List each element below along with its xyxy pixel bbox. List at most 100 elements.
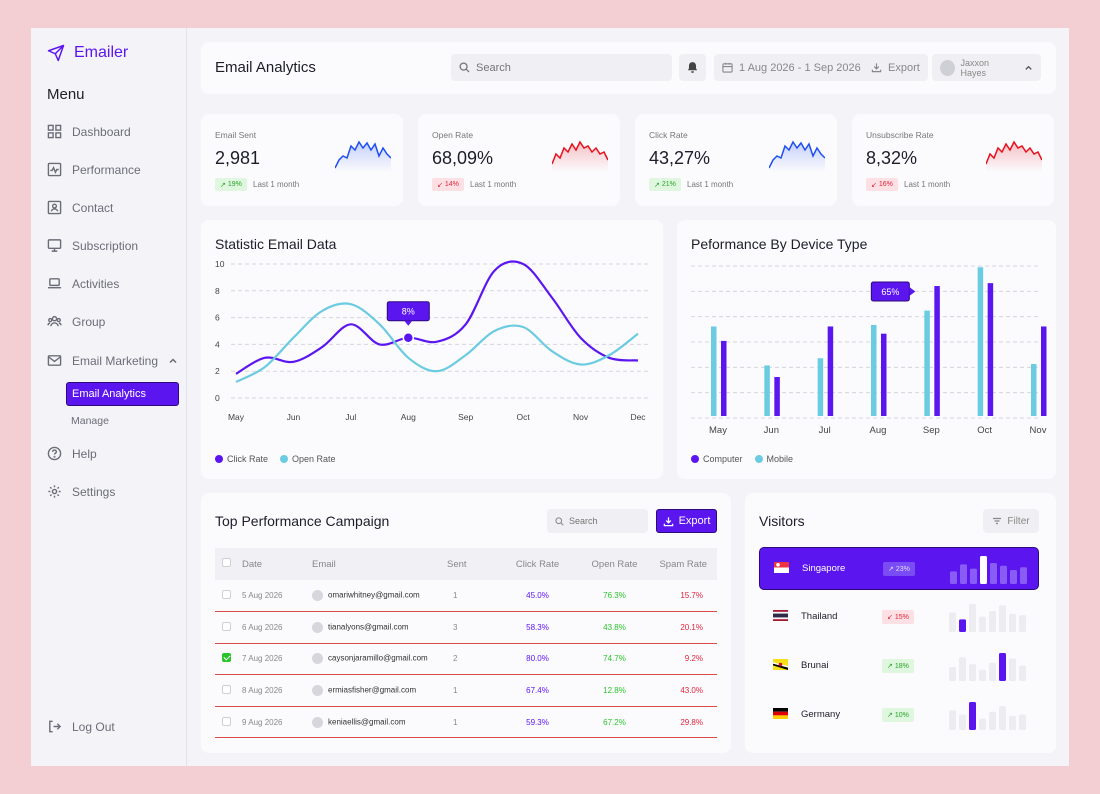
column-header-date[interactable]: Date (242, 548, 312, 580)
select-all-checkbox[interactable] (222, 558, 231, 567)
row-checkbox[interactable] (222, 653, 231, 663)
arrow-up-right-icon: ↗ (887, 712, 893, 719)
arrow-up-right-icon: ↗ (888, 566, 894, 573)
spam-rate-cell: 29.8% (653, 706, 717, 739)
sidebar-subitem-manage[interactable]: Manage (71, 415, 109, 427)
bar-mobile (977, 267, 984, 416)
row-checkbox[interactable] (222, 621, 231, 631)
sidebar-item-help[interactable]: Help (47, 446, 97, 461)
email-cell: caysonjaramillo@gmail.com (312, 643, 447, 676)
user-menu[interactable]: Jaxxon Hayes (932, 54, 1041, 81)
visitor-row-brunai[interactable]: Brunai ↗ 18% (759, 645, 1039, 688)
visitor-bar (949, 667, 956, 681)
export-button[interactable]: Export (863, 54, 928, 81)
email-text: caysonjaramillo@gmail.com (328, 654, 428, 664)
logout-button[interactable]: Log Out (47, 719, 115, 734)
visitor-mini-chart (950, 556, 1027, 584)
bar-mobile (871, 325, 877, 416)
filter-label: Filter (1007, 515, 1030, 527)
date-cell: 7 Aug 2026 (242, 643, 312, 676)
sidebar-item-label: Email Marketing (72, 353, 159, 368)
campaign-search-input[interactable] (569, 516, 639, 526)
sidebar-item-label: Dashboard (72, 124, 131, 139)
tooltip-label: 65% (881, 287, 899, 297)
visitor-bar (979, 616, 986, 632)
spam-rate-cell: 15.7% (653, 580, 717, 613)
flag-icon-th (773, 610, 788, 621)
sidebar-item-dashboard[interactable]: Dashboard (47, 124, 131, 139)
date-range-label: 1 Aug 2026 - 1 Sep 2026 (739, 61, 861, 74)
logout-icon (49, 720, 62, 733)
visitor-bar (950, 571, 957, 584)
x-tick-label: Aug (401, 412, 416, 422)
visitor-bar (949, 710, 956, 730)
filter-button[interactable]: Filter (983, 509, 1039, 533)
data-point-marker[interactable] (402, 331, 415, 344)
visitor-bar (1019, 714, 1026, 730)
sent-cell: 1 (447, 580, 499, 613)
sidebar-subitem-email-analytics[interactable]: Email Analytics (66, 382, 179, 406)
country-name: Germany (801, 709, 841, 720)
campaign-export-button[interactable]: Export (656, 509, 717, 533)
date-range-button[interactable]: 1 Aug 2026 - 1 Sep 2026 (714, 54, 869, 81)
change-badge: ↙ 16% (866, 178, 898, 191)
logo[interactable]: Emailer (47, 44, 128, 62)
row-checkbox[interactable] (222, 716, 231, 726)
activity-icon (47, 162, 62, 177)
stat-label: Unsubscribe Rate (866, 130, 934, 140)
sidebar-item-performance[interactable]: Performance (47, 162, 141, 177)
sent-cell: 1 (447, 674, 499, 707)
change-badge: ↗ 10% (882, 708, 914, 722)
table-header-row: Date Email Sent Click Rate Open Rate Spa… (215, 548, 717, 580)
notifications-button[interactable] (679, 54, 706, 81)
table-row[interactable]: 8 Aug 2026 ermiasfisher@gmail.com 1 67.4% 12… (215, 674, 717, 707)
search-input[interactable] (476, 61, 656, 74)
column-header-email[interactable]: Email (312, 548, 447, 580)
chevron-up-icon (1025, 65, 1032, 70)
change-value: 23% (895, 566, 910, 573)
table-row[interactable]: 9 Aug 2026 keniaellis@gmail.com 1 59.3% 67.2… (215, 706, 717, 739)
download-icon (663, 516, 673, 526)
legend-label: Open Rate (292, 454, 336, 464)
column-header-spam-rate[interactable]: Spam Rate (653, 548, 717, 580)
table-row[interactable]: 5 Aug 2026 omariwhitney@gmail.com 1 45.0% 76… (215, 580, 717, 613)
email-cell: ermiasfisher@gmail.com (312, 674, 447, 707)
chevron-up-icon (169, 357, 177, 363)
visitor-row-singapore[interactable]: Singapore ↗ 23% (759, 547, 1039, 590)
sidebar-item-activities[interactable]: Activities (47, 276, 119, 291)
change-badge: ↗ 23% (883, 562, 915, 576)
visitor-bar (989, 711, 996, 730)
grid-icon (47, 124, 62, 139)
bar-computer (934, 286, 940, 416)
row-checkbox[interactable] (222, 590, 231, 600)
visitor-bar (1010, 570, 1017, 584)
date-cell: 5 Aug 2026 (242, 580, 312, 613)
visitor-bar (959, 714, 966, 730)
column-header-open-rate[interactable]: Open Rate (576, 548, 653, 580)
sidebar-item-label: Performance (72, 162, 141, 177)
visitor-bar (999, 605, 1006, 632)
sidebar-item-group[interactable]: Group (47, 314, 105, 329)
row-checkbox[interactable] (222, 685, 231, 695)
sidebar-item-email-marketing[interactable]: Email Marketing (47, 353, 178, 368)
column-header-click-rate[interactable]: Click Rate (499, 548, 576, 580)
visitor-bar (990, 563, 997, 584)
device-performance-panel: Peformance By Device Type May Jun Jul Aug Se… (677, 220, 1056, 479)
table-row[interactable]: 7 Aug 2026 caysonjaramillo@gmail.com 2 80.0… (215, 643, 717, 676)
panel-title: Top Performance Campaign (215, 513, 390, 529)
visitor-row-thailand[interactable]: Thailand ↙ 15% (759, 596, 1039, 639)
export-label: Export (678, 515, 711, 527)
visitor-bar (949, 612, 956, 632)
open-rate-cell: 67.2% (576, 706, 653, 739)
legend-item-computer: Computer (691, 454, 743, 464)
email-avatar (312, 590, 323, 602)
tooltip: 65% (870, 281, 916, 302)
sidebar-item-subscription[interactable]: Subscription (47, 238, 138, 253)
sidebar-item-settings[interactable]: Settings (47, 484, 115, 499)
visitor-bar (969, 604, 976, 632)
search-icon (555, 516, 564, 526)
visitor-row-germany[interactable]: Germany ↗ 10% (759, 694, 1039, 737)
sidebar-item-contact[interactable]: Contact (47, 200, 113, 215)
column-header-sent[interactable]: Sent (447, 548, 499, 580)
table-row[interactable]: 6 Aug 2026 tianalyons@gmail.com 3 58.3% 43.8… (215, 611, 717, 644)
